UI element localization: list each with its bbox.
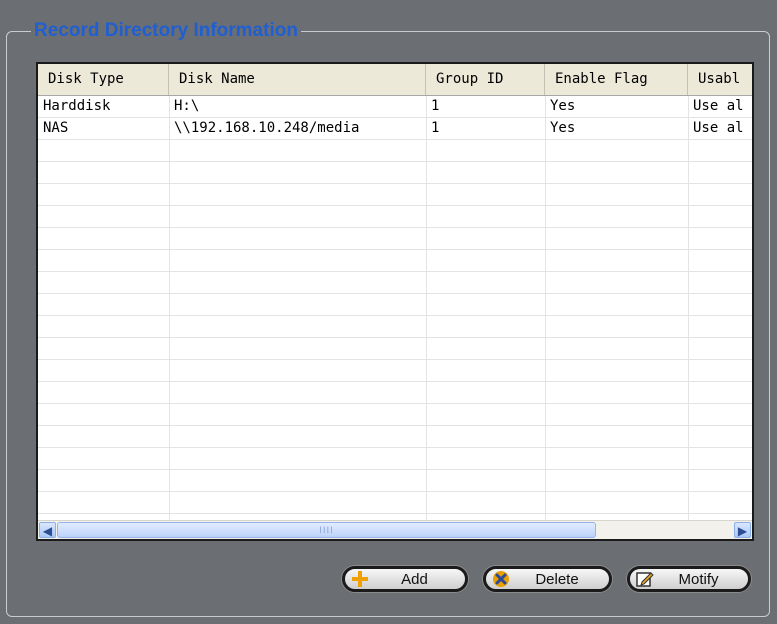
cell-enable-flag: Yes xyxy=(550,98,576,114)
cell-group-id: 1 xyxy=(431,120,440,136)
delete-button[interactable]: Delete xyxy=(483,566,612,592)
scrollbar-thumb[interactable]: IIII xyxy=(57,522,596,538)
scroll-right-button[interactable]: ▶ xyxy=(734,522,751,538)
cell-disk-type: Harddisk xyxy=(43,98,111,114)
cell-enable-flag: Yes xyxy=(550,120,576,136)
empty-row xyxy=(38,360,752,382)
empty-row xyxy=(38,162,752,184)
scroll-left-button[interactable]: ◀ xyxy=(39,522,56,538)
empty-row xyxy=(38,272,752,294)
groupbox-title: Record Directory Information xyxy=(31,19,301,43)
list-header: Disk Type Disk Name Group ID Enable Flag… xyxy=(38,64,752,96)
empty-row xyxy=(38,382,752,404)
table-row[interactable]: Harddisk H:\ 1 Yes Use al xyxy=(38,96,752,118)
grip-icon: IIII xyxy=(319,526,334,536)
empty-row xyxy=(38,404,752,426)
chevron-right-icon: ▶ xyxy=(737,524,748,538)
plus-icon xyxy=(350,569,370,589)
column-header-disk-type[interactable]: Disk Type xyxy=(38,64,169,95)
list-rows: Harddisk H:\ 1 Yes Use al NAS \\192.168.… xyxy=(38,96,752,524)
cell-group-id: 1 xyxy=(431,98,440,114)
empty-row xyxy=(38,294,752,316)
chevron-left-icon: ◀ xyxy=(42,524,53,538)
delete-button-label: Delete xyxy=(535,570,579,588)
cell-usable: Use al xyxy=(693,120,744,136)
record-directory-list[interactable]: Disk Type Disk Name Group ID Enable Flag… xyxy=(36,62,754,541)
horizontal-scrollbar[interactable]: ◀ IIII ▶ xyxy=(38,520,752,539)
cell-disk-name: \\192.168.10.248/media xyxy=(174,120,360,136)
empty-row xyxy=(38,228,752,250)
empty-row xyxy=(38,426,752,448)
add-button-label: Add xyxy=(401,570,428,588)
empty-row xyxy=(38,448,752,470)
empty-row xyxy=(38,206,752,228)
empty-row xyxy=(38,250,752,272)
column-header-usable[interactable]: Usabl xyxy=(688,64,752,95)
x-icon xyxy=(491,569,511,589)
add-button[interactable]: Add xyxy=(342,566,468,592)
empty-row xyxy=(38,492,752,514)
empty-row xyxy=(38,184,752,206)
modify-button-label: Motify xyxy=(678,570,719,588)
empty-row xyxy=(38,338,752,360)
modify-button[interactable]: Motify xyxy=(627,566,751,592)
empty-row xyxy=(38,316,752,338)
cell-disk-name: H:\ xyxy=(174,98,200,114)
column-header-disk-name[interactable]: Disk Name xyxy=(169,64,426,95)
column-header-group-id[interactable]: Group ID xyxy=(426,64,545,95)
column-header-enable-flag[interactable]: Enable Flag xyxy=(545,64,688,95)
edit-icon xyxy=(635,569,655,589)
empty-row xyxy=(38,140,752,162)
empty-row xyxy=(38,470,752,492)
cell-usable: Use al xyxy=(693,98,744,114)
table-row[interactable]: NAS \\192.168.10.248/media 1 Yes Use al xyxy=(38,118,752,140)
cell-disk-type: NAS xyxy=(43,120,69,136)
